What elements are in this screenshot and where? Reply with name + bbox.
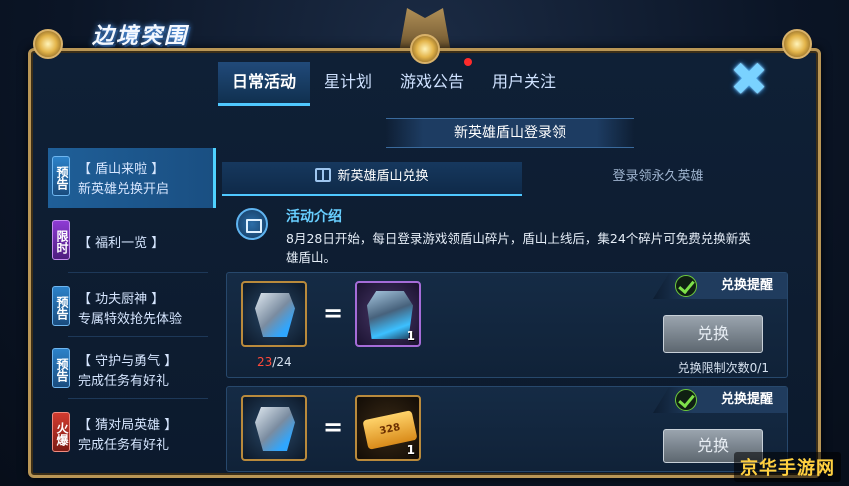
exchange-reminder-toggle[interactable]: 兑换提醒 <box>653 273 787 299</box>
tab-label: 用户关注 <box>492 72 557 91</box>
status-badge: 预告 <box>52 286 70 326</box>
game-logo: 边境突围 <box>92 24 189 49</box>
exchange-card: = 1 23/24 兑换提醒 兑换 兑换限制次数0/1 <box>226 272 788 378</box>
gift-box-icon <box>236 208 268 240</box>
top-gem-icon <box>410 34 440 64</box>
status-badge: 预告 <box>52 348 70 388</box>
event-banner-title: 新英雄盾山登录领 <box>386 118 634 148</box>
checkmark-icon <box>675 389 697 411</box>
fragment-icon <box>255 293 295 337</box>
subtab-label: 登录领永久英雄 <box>612 169 704 184</box>
sidebar-item-title: 【 功夫厨神 】 <box>78 292 165 307</box>
top-tab-bar: 日常活动 星计划 游戏公告 用户关注 <box>218 58 570 106</box>
notification-dot <box>464 58 473 66</box>
sidebar-item-title: 【 盾山来啦 】 <box>78 162 165 177</box>
fragment-icon <box>255 407 295 451</box>
status-badge: 火爆 <box>52 412 70 452</box>
exchange-reminder-toggle[interactable]: 兑换提醒 <box>653 387 787 413</box>
redeem-button[interactable]: 兑换 <box>663 315 763 353</box>
intro-title: 活动介绍 <box>286 209 342 225</box>
tab-label: 日常活动 <box>232 72 297 91</box>
close-icon: ✖ <box>729 52 769 106</box>
hero-fragment-item[interactable] <box>241 395 307 461</box>
fragment-progress: 23/24 <box>257 355 292 369</box>
sidebar-item-guess-hero[interactable]: 火爆 【 猜对局英雄 】 完成任务有好礼 <box>48 404 216 464</box>
right-gem-icon <box>782 29 812 59</box>
sidebar-item-subtitle: 专属特效抢先体验 <box>78 312 183 327</box>
checkmark-icon <box>675 275 697 297</box>
divider <box>68 272 208 273</box>
sidebar-item-title: 【 福利一览 】 <box>78 236 165 251</box>
close-button[interactable]: ✖ <box>726 52 772 106</box>
tab-daily-events[interactable]: 日常活动 <box>218 62 311 106</box>
tab-user-follow[interactable]: 用户关注 <box>478 62 570 106</box>
progress-total: /24 <box>272 355 292 369</box>
reward-quantity: 1 <box>406 443 415 457</box>
status-badge: 预告 <box>52 156 70 196</box>
sidebar-item-kungfu-chef[interactable]: 预告 【 功夫厨神 】 专属特效抢先体验 <box>48 278 216 338</box>
event-content: 新英雄盾山登录领 新英雄盾山兑换 登录领永久英雄 活动介绍 8月28日开始，每日… <box>222 112 794 472</box>
sidebar-item-title: 【 守护与勇气 】 <box>78 354 178 369</box>
hero-reward-item[interactable]: 1 <box>355 281 421 347</box>
reward-quantity: 1 <box>406 329 415 343</box>
intro-text: 8月28日开始，每日登录游戏领盾山碎片，盾山上线后，集24个碎片可免费兑换新英雄… <box>286 231 751 265</box>
sidebar-item-subtitle: 新英雄兑换开启 <box>78 182 170 197</box>
tab-announcements[interactable]: 游戏公告 <box>386 58 478 106</box>
divider <box>68 336 208 337</box>
sidebar-item-title: 【 猜对局英雄 】 <box>78 418 178 433</box>
left-gem-icon <box>33 29 63 59</box>
tab-label: 星计划 <box>324 72 373 91</box>
sidebar-item-guard-courage[interactable]: 预告 【 守护与勇气 】 完成任务有好礼 <box>48 340 216 400</box>
voucher-reward-item[interactable]: 328 1 <box>355 395 421 461</box>
hero-fragment-item[interactable] <box>241 281 307 347</box>
sidebar-item-welfare[interactable]: 限时 【 福利一览 】 <box>48 212 216 272</box>
sub-tab-bar: 新英雄盾山兑换 登录领永久英雄 <box>222 162 794 196</box>
divider <box>68 398 208 399</box>
subtab-login-reward[interactable]: 登录领永久英雄 <box>522 162 794 196</box>
equals-sign: = <box>323 299 344 327</box>
subtab-label: 新英雄盾山兑换 <box>337 169 429 184</box>
sidebar-item-subtitle: 完成任务有好礼 <box>78 438 170 453</box>
exchange-card: = 328 1 兑换提醒 兑换 <box>226 386 788 472</box>
gift-icon <box>315 168 332 182</box>
sidebar-item-dunshan[interactable]: 预告 【 盾山来啦 】 新英雄兑换开启 <box>48 148 216 208</box>
tab-label: 游戏公告 <box>400 72 465 91</box>
equals-sign: = <box>323 413 344 441</box>
progress-current: 23 <box>257 355 273 369</box>
status-badge: 限时 <box>52 220 70 260</box>
subtab-hero-exchange[interactable]: 新英雄盾山兑换 <box>222 162 522 196</box>
event-sidebar: 预告 【 盾山来啦 】 新英雄兑换开启 限时 【 福利一览 】 预告 【 功夫厨… <box>48 112 216 472</box>
watermark: 京华手游网 <box>734 452 841 482</box>
tab-star-plan[interactable]: 星计划 <box>310 62 386 106</box>
exchange-limit-text: 兑换限制次数0/1 <box>677 361 769 375</box>
sidebar-item-subtitle: 完成任务有好礼 <box>78 374 170 389</box>
reminder-label: 兑换提醒 <box>720 392 773 407</box>
reminder-label: 兑换提醒 <box>720 278 773 293</box>
